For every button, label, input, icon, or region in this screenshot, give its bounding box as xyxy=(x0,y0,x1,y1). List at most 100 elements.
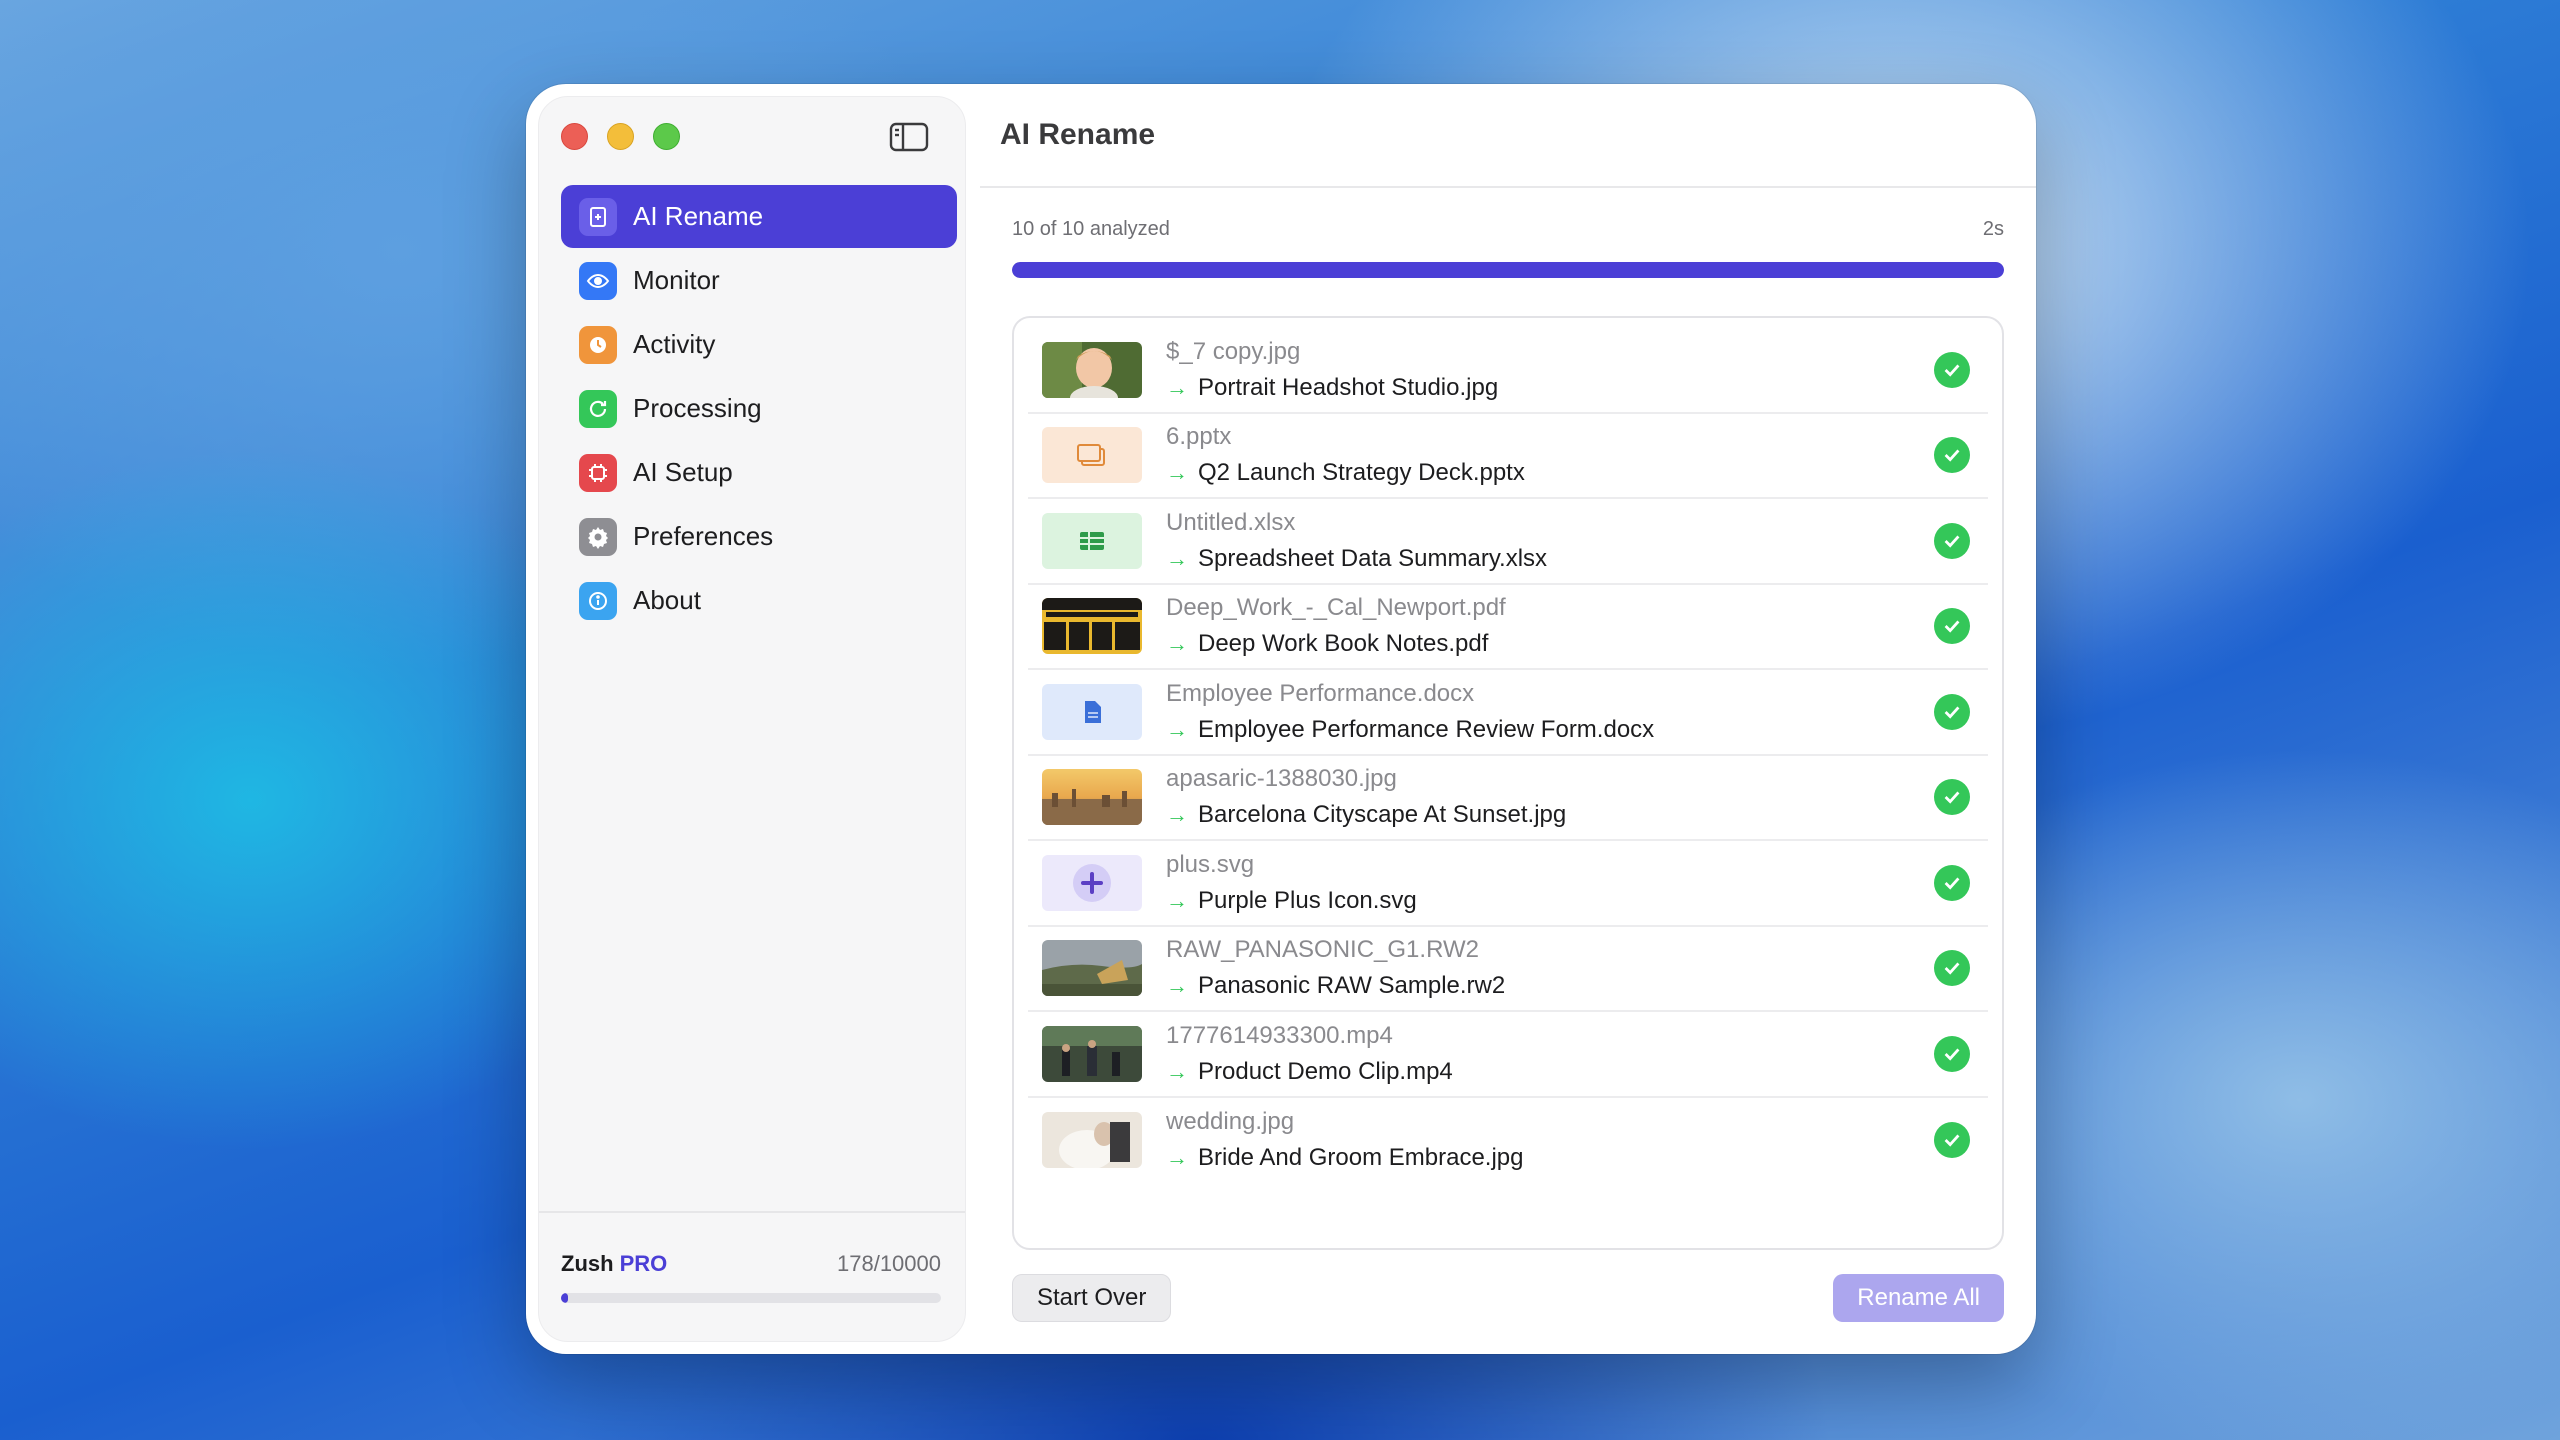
arrow-right-icon: → xyxy=(1166,1058,1188,1084)
checkmark-icon xyxy=(1934,437,1970,474)
zoom-window-button[interactable] xyxy=(653,123,680,150)
sidebar-item-label: AI Setup xyxy=(633,457,733,487)
header: AI Rename xyxy=(980,84,2036,188)
new-filename: Purple Plus Icon.svg xyxy=(1198,886,1417,914)
new-filename: Barcelona Cityscape At Sunset.jpg xyxy=(1198,801,1567,829)
new-filename: Deep Work Book Notes.pdf xyxy=(1198,630,1489,658)
page-title: AI Rename xyxy=(1000,118,1156,151)
sidebar-item-label: Monitor xyxy=(633,265,720,295)
sidebar-item-monitor[interactable]: Monitor xyxy=(561,249,957,312)
photo-thumbnail xyxy=(1042,341,1142,398)
sidebar-item-activity[interactable]: Activity xyxy=(561,313,957,376)
document-file-icon xyxy=(1042,683,1142,740)
progress-status: 10 of 10 analyzed xyxy=(1012,218,1170,240)
sidebar-item-label: Activity xyxy=(633,329,716,359)
arrow-right-icon: → xyxy=(1166,460,1188,486)
arrow-right-icon: → xyxy=(1166,374,1188,400)
sidebar-item-label: Preferences xyxy=(633,521,774,551)
arrow-right-icon: → xyxy=(1166,973,1188,999)
new-filename: Portrait Headshot Studio.jpg xyxy=(1198,373,1499,401)
sidebar-item-processing[interactable]: Processing xyxy=(561,377,957,440)
rename-all-button[interactable]: Rename All xyxy=(1833,1274,2004,1322)
elapsed-time: 2s xyxy=(1982,218,2004,240)
progress-meta: 10 of 10 analyzed 2s xyxy=(1012,218,2004,248)
eye-icon xyxy=(579,261,617,300)
list-item[interactable]: apasaric-1388030.jpg → Barcelona Cityscap… xyxy=(1028,756,1988,841)
list-item[interactable]: wedding.jpg → Bride And Groom Embrace.jpg xyxy=(1028,1098,1988,1184)
checkmark-icon xyxy=(1934,608,1970,645)
minimize-window-button[interactable] xyxy=(607,123,634,150)
window-controls xyxy=(561,123,680,150)
file-list[interactable]: $_7 copy.jpg → Portrait Headshot Studio.j… xyxy=(1012,316,2004,1250)
start-over-button[interactable]: Start Over xyxy=(1012,1274,1172,1322)
progress-bar-fill xyxy=(1012,262,2004,278)
checkmark-icon xyxy=(1934,950,1970,987)
list-item[interactable]: plus.svg → Purple Plus Icon.svg xyxy=(1028,841,1988,927)
checkmark-icon xyxy=(1934,779,1970,816)
arrow-right-icon: → xyxy=(1166,887,1188,913)
arrow-right-icon: → xyxy=(1166,545,1188,571)
new-filename: Bride And Groom Embrace.jpg xyxy=(1198,1144,1524,1172)
arrow-right-icon: → xyxy=(1166,802,1188,828)
original-filename: Untitled.xlsx xyxy=(1166,508,1296,536)
presentation-file-icon xyxy=(1042,427,1142,484)
photo-thumbnail xyxy=(1042,1112,1142,1169)
photo-thumbnail xyxy=(1042,940,1142,997)
original-filename: 6.pptx xyxy=(1166,423,1232,451)
clock-icon xyxy=(579,325,617,364)
new-filename: Spreadsheet Data Summary.xlsx xyxy=(1198,544,1548,572)
sidebar-item-about[interactable]: About xyxy=(561,569,957,632)
checkmark-icon xyxy=(1934,693,1970,730)
close-window-button[interactable] xyxy=(561,123,588,150)
refresh-icon xyxy=(579,389,617,428)
original-filename: 1777614933300.mp4 xyxy=(1166,1021,1393,1049)
progress-bar xyxy=(1012,262,2004,278)
sidebar-item-label: Processing xyxy=(633,393,762,423)
arrow-right-icon: → xyxy=(1166,716,1188,742)
sidebar: AI Rename Monitor Activity Processing AI… xyxy=(538,96,966,1342)
checkmark-icon xyxy=(1934,1122,1970,1159)
list-item[interactable]: Employee Performance.docx → Employee Perf… xyxy=(1028,670,1988,756)
original-filename: Deep_Work_-_Cal_Newport.pdf xyxy=(1166,594,1506,622)
original-filename: wedding.jpg xyxy=(1166,1108,1295,1136)
plan-tier-badge: PRO xyxy=(619,1251,668,1276)
sidebar-item-label: About xyxy=(633,585,701,615)
list-item[interactable]: $_7 copy.jpg → Portrait Headshot Studio.j… xyxy=(1028,328,1988,414)
original-filename: $_7 copy.jpg xyxy=(1166,337,1301,365)
plan-usage-panel: Zush PRO 178/10000 xyxy=(539,1211,965,1341)
list-item[interactable]: Untitled.xlsx → Spreadsheet Data Summary.… xyxy=(1028,499,1988,585)
photo-thumbnail xyxy=(1042,769,1142,826)
sidebar-nav: AI Rename Monitor Activity Processing AI… xyxy=(561,185,957,633)
list-item[interactable]: Deep_Work_-_Cal_Newport.pdf → Deep Work B… xyxy=(1028,585,1988,670)
checkmark-icon xyxy=(1934,351,1970,388)
plan-label: Zush PRO xyxy=(561,1251,667,1277)
sidebar-item-preferences[interactable]: Preferences xyxy=(561,505,957,568)
app-window: AI Rename Monitor Activity Processing AI… xyxy=(526,84,2036,1354)
gear-icon xyxy=(579,517,617,556)
main-panel: AI Rename 10 of 10 analyzed 2s $_7 copy.… xyxy=(980,84,2036,1354)
sidebar-item-ai-setup[interactable]: AI Setup xyxy=(561,441,957,504)
original-filename: plus.svg xyxy=(1166,850,1255,878)
usage-bar-fill xyxy=(561,1293,568,1303)
checkmark-icon xyxy=(1934,864,1970,901)
arrow-right-icon: → xyxy=(1166,631,1188,657)
info-icon xyxy=(579,581,617,620)
chip-icon xyxy=(579,453,617,492)
new-filename: Panasonic RAW Sample.rw2 xyxy=(1198,972,1506,1000)
new-filename: Q2 Launch Strategy Deck.pptx xyxy=(1198,459,1525,487)
list-item[interactable]: 6.pptx → Q2 Launch Strategy Deck.pptx xyxy=(1028,414,1988,499)
spreadsheet-file-icon xyxy=(1042,512,1142,569)
sparkle-file-icon xyxy=(579,197,617,236)
original-filename: Employee Performance.docx xyxy=(1166,679,1475,707)
video-thumbnail xyxy=(1042,1025,1142,1082)
plan-name: Zush xyxy=(561,1251,614,1276)
list-item[interactable]: RAW_PANASONIC_G1.RW2 → Panasonic RAW Samp… xyxy=(1028,927,1988,1012)
checkmark-icon xyxy=(1934,522,1970,559)
plus-svg-thumbnail xyxy=(1042,854,1142,911)
new-filename: Employee Performance Review Form.docx xyxy=(1198,715,1655,743)
sidebar-item-ai-rename[interactable]: AI Rename xyxy=(561,185,957,248)
sidebar-toggle-icon[interactable] xyxy=(889,121,929,153)
original-filename: RAW_PANASONIC_G1.RW2 xyxy=(1166,936,1479,964)
list-item[interactable]: 1777614933300.mp4 → Product Demo Clip.mp4 xyxy=(1028,1012,1988,1098)
arrow-right-icon: → xyxy=(1166,1145,1188,1171)
